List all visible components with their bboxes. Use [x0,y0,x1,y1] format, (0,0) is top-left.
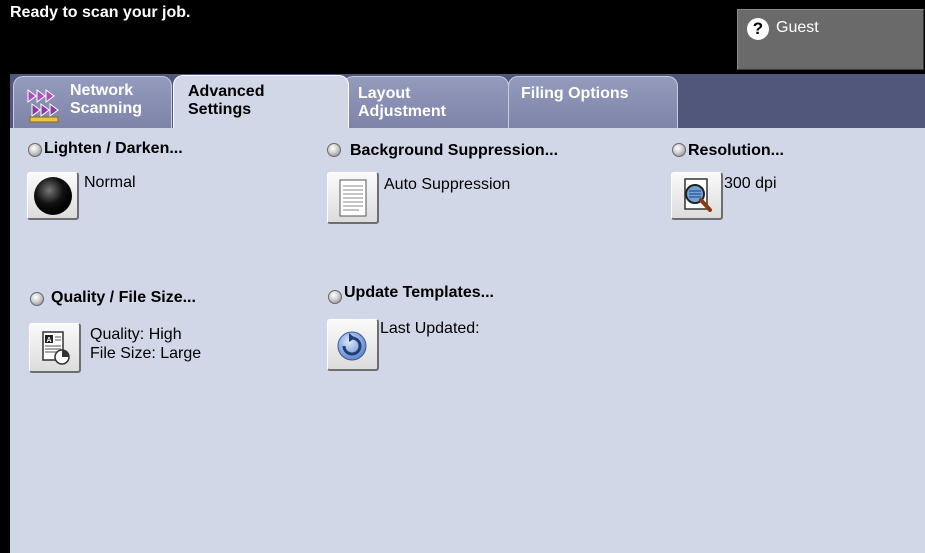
status-message: Ready to scan your job. [10,4,191,21]
guest-label: Guest [776,19,819,36]
resolution-title[interactable]: Resolution... [688,142,784,160]
quality-file-size-button[interactable]: A [29,323,81,373]
lighten-darken-value: Normal [84,174,136,191]
update-templates-indicator [328,290,342,304]
magnifier-document-icon [684,178,712,212]
tab-network-scanning-label: Network Scanning [70,82,143,117]
tab-filing-options-label: Filing Options [521,85,629,102]
quality-file-size-icon: A [42,331,70,365]
tab-layout-adjustment-label: Layout Adjustment [358,85,446,120]
background-suppression-indicator [327,143,341,157]
guest-button[interactable]: ? Guest [737,9,924,70]
status-header: Ready to scan your job. ? Guest [0,0,925,74]
lighten-darken-icon [34,177,72,215]
help-icon: ? [747,18,769,40]
lighten-darken-button[interactable] [27,172,79,220]
tab-bar: Network Scanning Advanced Settings Layou… [10,74,925,128]
network-scanning-icon [27,89,59,123]
tab-advanced-settings[interactable]: Advanced Settings [173,75,349,128]
background-suppression-button[interactable] [327,172,379,224]
update-templates-title[interactable]: Update Templates... [344,284,494,302]
advanced-settings-panel: Lighten / Darken... Normal Background Su… [10,128,925,553]
quality-file-size-title[interactable]: Quality / File Size... [51,289,196,307]
quality-file-size-indicator [30,292,44,306]
background-suppression-title[interactable]: Background Suppression... [350,142,558,160]
tab-layout-adjustment[interactable]: Layout Adjustment [343,76,509,128]
update-templates-value: Last Updated: [380,320,480,337]
resolution-value: 300 dpi [724,175,777,192]
resolution-indicator [672,143,686,157]
resolution-button[interactable] [671,172,723,220]
lighten-darken-indicator [28,143,42,157]
background-suppression-value: Auto Suppression [384,176,511,193]
tab-filing-options[interactable]: Filing Options [508,76,678,128]
lighten-darken-title[interactable]: Lighten / Darken... [44,140,183,158]
refresh-icon [337,331,367,361]
document-page-icon [339,179,367,217]
tab-network-scanning[interactable]: Network Scanning [13,76,172,128]
svg-text:A: A [47,337,52,344]
update-templates-button[interactable] [327,319,379,371]
quality-file-size-value: Quality: High File Size: Large [90,326,202,362]
tab-advanced-settings-label: Advanced Settings [188,83,265,118]
